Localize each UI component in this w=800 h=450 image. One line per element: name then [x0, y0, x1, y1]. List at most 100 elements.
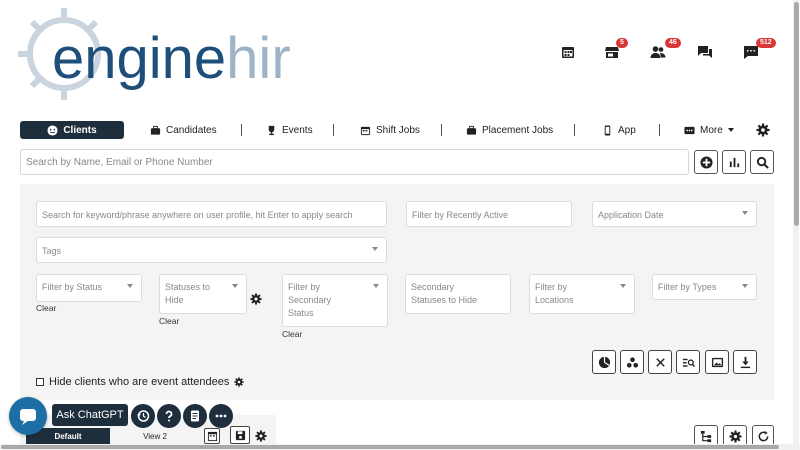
view-default-label: Default	[54, 431, 82, 441]
tab-divider	[659, 124, 660, 136]
dots-cluster-icon	[626, 356, 638, 368]
application-date-select[interactable]: Application Date	[592, 201, 757, 227]
tab-clients-label: Clients	[63, 124, 97, 136]
search-icon	[756, 156, 769, 169]
tab-candidates[interactable]: Candidates	[150, 121, 217, 139]
keyword-search-placeholder: Search for keyword/phrase anywhere on us…	[42, 210, 353, 220]
history-icon	[136, 410, 150, 422]
tab-divider	[333, 124, 334, 136]
bar-chart-icon	[729, 157, 739, 167]
types-placeholder: Filter by Types	[658, 282, 717, 292]
hide-attendees-checkbox[interactable]	[36, 378, 44, 386]
secondary-statuses-to-hide-placeholder: Secondary Statuses to Hide	[411, 282, 478, 305]
view-settings-gear-icon[interactable]	[255, 430, 267, 442]
horizontal-scrollbar-thumb[interactable]	[1, 445, 779, 449]
smiley-icon	[47, 124, 58, 136]
caret-down-icon	[373, 284, 379, 288]
types-select[interactable]: Filter by Types	[652, 274, 757, 300]
caret-down-icon	[742, 211, 748, 215]
status-filter-select[interactable]: Filter by Status	[36, 274, 142, 302]
tab-candidates-label: Candidates	[166, 124, 217, 136]
secondary-status-select[interactable]: Filter by Secondary Status	[282, 274, 388, 327]
calendar-view-button[interactable]	[204, 428, 220, 444]
download-button[interactable]	[733, 350, 757, 374]
caret-down-icon	[620, 284, 626, 288]
statuses-to-hide-placeholder: Statuses to Hide	[165, 282, 211, 305]
secondary-status-placeholder: Filter by Secondary Status	[288, 282, 332, 318]
tab-app-label: App	[618, 124, 636, 136]
pie-chart-icon	[598, 356, 610, 368]
image-icon	[711, 357, 723, 367]
ellipsis-icon	[215, 414, 227, 418]
calendar-icon[interactable]	[559, 44, 577, 60]
tab-events[interactable]: Events	[266, 121, 313, 139]
client-search-placeholder: Search by Name, Email or Phone Number	[26, 157, 213, 168]
store-icon[interactable]: 5	[603, 38, 628, 60]
notes-button[interactable]	[183, 404, 207, 428]
clear-secondary-status-link[interactable]: Clear	[282, 329, 302, 339]
tab-more[interactable]: More	[684, 121, 734, 139]
tab-shift-jobs[interactable]: Shift Jobs	[360, 121, 420, 139]
statuses-to-hide-select[interactable]: Statuses to Hide	[159, 274, 247, 314]
statuses-settings-gear-icon[interactable]	[250, 293, 262, 305]
history-button[interactable]	[131, 404, 155, 428]
calendar-small-icon	[360, 126, 371, 135]
status-filter-placeholder: Filter by Status	[42, 282, 103, 292]
message-badge: 512	[756, 38, 776, 48]
add-client-button[interactable]	[694, 150, 718, 174]
vertical-scrollbar-thumb[interactable]	[794, 2, 799, 226]
application-date-placeholder: Application Date	[598, 210, 664, 220]
save-view-button[interactable]	[230, 426, 250, 444]
clear-status-link[interactable]: Clear	[36, 303, 56, 313]
keyword-search-input[interactable]: Search for keyword/phrase anywhere on us…	[36, 201, 387, 227]
view-tab-view2[interactable]: View 2	[118, 428, 192, 444]
message-icon[interactable]: 512	[742, 38, 776, 60]
help-button[interactable]	[157, 404, 181, 428]
more-box-icon	[684, 126, 695, 134]
group-button[interactable]	[620, 350, 644, 374]
clear-filters-button[interactable]	[648, 350, 672, 374]
hide-attendees-label: Hide clients who are event attendees	[49, 376, 230, 388]
users-icon[interactable]: 46	[649, 38, 681, 60]
tags-select[interactable]: Tags	[36, 237, 387, 263]
calendar-grid-icon	[207, 431, 217, 441]
caret-down-icon	[232, 284, 238, 288]
enginehire-logo[interactable]: enginehire	[18, 4, 290, 100]
locations-select[interactable]: Filter by Locations	[529, 274, 635, 314]
plus-circle-icon	[699, 155, 713, 169]
chat-bubble-icon	[20, 409, 36, 425]
svg-text:enginehire: enginehire	[52, 26, 290, 91]
briefcase-icon	[466, 125, 477, 135]
ask-chatgpt-label: Ask ChatGPT	[56, 409, 124, 421]
secondary-statuses-to-hide-select[interactable]: Secondary Statuses to Hide	[405, 274, 511, 314]
recently-active-placeholder: Filter by Recently Active	[412, 210, 509, 220]
briefcase-icon	[150, 125, 161, 135]
tab-placement-jobs[interactable]: Placement Jobs	[466, 121, 553, 139]
close-icon	[655, 357, 665, 367]
caret-down-icon	[372, 247, 378, 251]
hide-attendees-settings-gear-icon[interactable]	[234, 377, 245, 387]
image-button[interactable]	[705, 350, 729, 374]
chat-launcher-button[interactable]	[9, 397, 47, 435]
more-options-button[interactable]	[209, 404, 233, 428]
settings-gear-icon[interactable]	[756, 123, 770, 137]
caret-down-icon	[742, 284, 748, 288]
clear-statuses-to-hide-link[interactable]: Clear	[159, 316, 179, 326]
tab-shift-jobs-label: Shift Jobs	[376, 124, 420, 136]
tab-divider	[241, 124, 242, 136]
pie-chart-button[interactable]	[592, 350, 616, 374]
advanced-search-button[interactable]	[676, 350, 700, 374]
stats-button[interactable]	[722, 150, 746, 174]
chat-icon[interactable]	[696, 44, 714, 60]
download-icon	[740, 356, 750, 368]
ask-chatgpt-button[interactable]: Ask ChatGPT	[52, 404, 128, 426]
search-button[interactable]	[750, 150, 774, 174]
phone-icon	[604, 124, 611, 136]
tab-more-label: More	[700, 124, 723, 136]
recently-active-filter[interactable]: Filter by Recently Active	[406, 201, 572, 227]
client-search-input[interactable]: Search by Name, Email or Phone Number	[20, 149, 689, 175]
tab-app[interactable]: App	[602, 121, 636, 139]
tab-clients[interactable]: Clients	[20, 121, 124, 139]
caret-down-icon	[127, 284, 133, 288]
tab-divider	[441, 124, 442, 136]
